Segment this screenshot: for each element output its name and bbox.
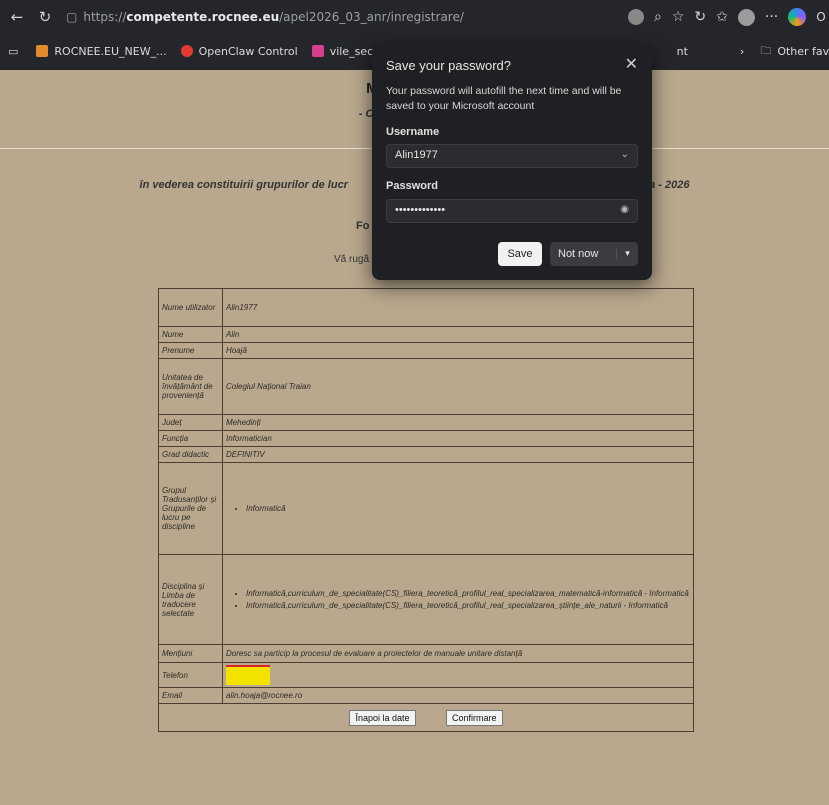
dialog-description: Your password will autofill the next tim… (386, 85, 622, 112)
reload-extension-icon[interactable]: ↻ (694, 9, 706, 25)
copilot-icon[interactable] (788, 8, 807, 26)
zoom-icon[interactable]: ⌕ (654, 9, 662, 25)
favorite-star-icon[interactable]: ☆ (672, 9, 685, 25)
username-field[interactable]: Alin1977 ⌄ (386, 144, 638, 168)
registration-summary-table: Nume utilizator Alin1977 Nume Alin Prenu… (158, 288, 694, 732)
back-icon[interactable]: ← (6, 6, 28, 28)
truncated-text: O (816, 10, 826, 24)
list-item: Informatică (246, 504, 690, 513)
close-icon[interactable]: ✕ (625, 54, 638, 73)
bookmark-rocnee[interactable]: ROCNEE.EU_NEW_... (36, 45, 167, 58)
profile-avatar[interactable] (737, 8, 755, 26)
save-button[interactable]: Save (498, 242, 542, 266)
discipline-list: Informatică,curriculum_de_specialitate(C… (226, 589, 690, 610)
address-row: ← ↻ ▢ https:// competente.rocnee.eu /ape… (0, 0, 829, 34)
lock-icon: ▢ (66, 10, 78, 24)
table-row: Grupul Tradusanților și Grupurile de luc… (158, 462, 694, 555)
table-row: Nume utilizator Alin1977 (158, 288, 694, 327)
redacted-phone-highlight (226, 665, 270, 685)
tab-icon[interactable]: ▭ (8, 45, 18, 58)
form-heading-fragment: Fo (356, 220, 370, 232)
bookmark-icon (36, 45, 49, 57)
table-row: Telefon (158, 662, 694, 688)
toolbar-icons: ⌕ ☆ ↻ ✩ ··· O (628, 8, 826, 26)
password-field[interactable]: ••••••••••••• ◉ (386, 199, 638, 223)
password-label: Password (386, 180, 438, 192)
bookmark-icon (180, 45, 193, 57)
table-row: Nume Alin (158, 326, 694, 343)
instruction-fragment: Vă rugă (334, 254, 370, 265)
address-bar[interactable]: ▢ https:// competente.rocnee.eu /apel202… (66, 5, 536, 29)
table-row: Mențiuni Doresc sa particip la procesul … (158, 644, 694, 663)
bookmark-icon (311, 45, 324, 57)
refresh-icon[interactable]: ↻ (34, 6, 56, 28)
favorites-icon[interactable]: ✩ (716, 9, 728, 25)
eye-icon[interactable]: ◉ (620, 204, 629, 215)
bookmark-truncated: nt (676, 44, 688, 58)
folder-icon: 🗀 (760, 43, 772, 57)
url-path: /apel2026_03_anr/inregistrare/ (279, 10, 464, 24)
key-icon[interactable] (628, 9, 644, 25)
other-favorites[interactable]: 🗀 Other favorit (760, 42, 829, 61)
list-item: Informatică,curriculum_de_specialitate(C… (246, 601, 690, 610)
table-row: Prenume Hoajă (158, 342, 694, 359)
url-prefix: https:// (83, 10, 127, 24)
bookmark-openclaw[interactable]: OpenClaw Control (180, 45, 298, 58)
dialog-title: Save your password? (386, 58, 512, 73)
table-row: Email alin.hoaja@rocnee.ro (158, 687, 694, 704)
table-row: Funcția Informatician (158, 430, 694, 447)
not-now-button[interactable]: Not now ▾ (550, 242, 638, 266)
table-row: Județ Mehedinți (158, 414, 694, 431)
table-row: Grad didactic DEFINITIV (158, 446, 694, 463)
table-row: Disciplina și Limba de traducere selecta… (158, 554, 694, 645)
table-row: Înapoi la date Confirmare (158, 703, 694, 732)
chevron-right-icon[interactable]: › (740, 45, 744, 58)
chevron-down-icon[interactable]: ▾ (616, 249, 638, 259)
confirm-button[interactable]: Confirmare (446, 709, 503, 726)
back-to-data-button[interactable]: Înapoi la date (349, 709, 416, 726)
table-row: Unitatea de învățământ de proveniență Co… (158, 358, 694, 415)
save-password-dialog: Save your password? ✕ Your password will… (372, 44, 652, 280)
username-label: Username (386, 126, 440, 138)
chevron-down-icon[interactable]: ⌄ (621, 149, 629, 160)
group-list: Informatică (226, 504, 690, 513)
list-item: Informatică,curriculum_de_specialitate(C… (246, 589, 690, 598)
more-icon[interactable]: ··· (765, 9, 778, 25)
url-host: competente.rocnee.eu (126, 10, 280, 24)
